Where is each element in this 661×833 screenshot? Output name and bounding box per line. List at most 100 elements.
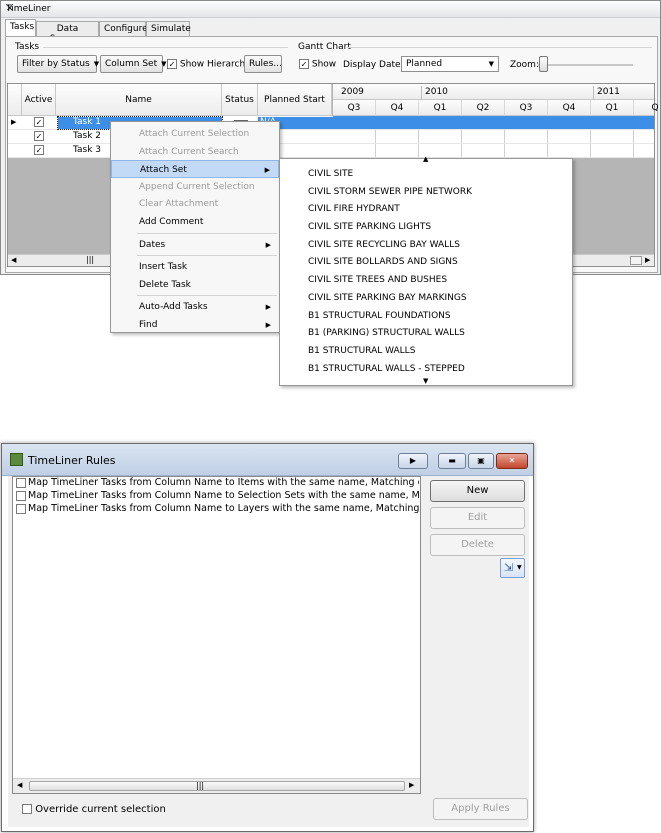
column-name[interactable]: Name — [56, 84, 222, 116]
submenu-arrow-icon: ▶ — [265, 320, 271, 329]
close-icon[interactable]: ✕ — [6, 4, 654, 14]
chevron-down-icon: ▼ — [488, 60, 494, 68]
maximize-button[interactable]: ▣ — [468, 453, 494, 469]
zoom-label: Zoom: — [510, 60, 539, 70]
selection-set-item[interactable]: B1 STRUCTURAL FOUNDATIONS — [280, 308, 572, 326]
tab-data-sources[interactable]: Data Sources — [36, 21, 99, 44]
timeliner-titlebar: TimeLiner ✕ — [1, 1, 660, 18]
menu-item-label: Auto-Add Tasks — [139, 302, 208, 313]
column-planned-start[interactable]: Planned Start — [258, 84, 332, 116]
rule-checkbox[interactable] — [16, 503, 26, 514]
menu-item-insert-task[interactable]: Insert Task — [111, 258, 279, 276]
selection-set-item[interactable]: CIVIL SITE PARKING LIGHTS — [280, 219, 572, 237]
selection-set-item[interactable]: B1 STRUCTURAL WALLS — [280, 343, 572, 361]
menu-item-label: Append Current Selection — [139, 181, 255, 192]
menu-item-auto-add-tasks[interactable]: Auto-Add Tasks ▶ — [111, 298, 279, 316]
tab-simulate[interactable]: Simulate — [146, 21, 191, 36]
task-context-menu: Attach Current Selection Attach Current S… — [110, 121, 280, 333]
scroll-left-icon[interactable]: ◀ — [11, 256, 16, 264]
rule-checkbox[interactable] — [16, 490, 26, 501]
play-button[interactable]: ▶ — [398, 453, 428, 469]
override-selection-checkbox[interactable] — [22, 804, 32, 814]
edit-rule-button[interactable]: Edit — [430, 507, 525, 529]
tab-tasks[interactable]: Tasks — [5, 19, 36, 37]
rule-label: Map TimeLiner Tasks from Column Name to … — [28, 490, 419, 501]
minimize-button[interactable]: ▬ — [438, 453, 466, 469]
selection-set-item[interactable]: CIVIL SITE TREES AND BUSHES — [280, 272, 572, 290]
tasks-group-divider — [43, 47, 288, 48]
scroll-thumb-grip-icon[interactable]: ||| — [86, 255, 94, 264]
tasks-group-label: Tasks — [15, 42, 40, 52]
selection-set-item[interactable]: CIVIL SITE — [280, 166, 572, 184]
selection-set-item[interactable]: CIVIL FIRE HYDRANT — [280, 201, 572, 219]
table-row[interactable]: ✓ Task 3 — [8, 144, 654, 158]
quarter-label: Q — [634, 100, 661, 116]
gantt-row — [333, 116, 654, 129]
row-header-column — [8, 84, 22, 116]
timeliner-rules-dialog: TimeLiner Rules ▶ ▬ ▣ ✕ Map TimeLiner Ta… — [1, 443, 534, 832]
rule-item[interactable]: Map TimeLiner Tasks from Column Name to … — [15, 477, 419, 490]
menu-item-label: Attach Set — [140, 165, 187, 176]
scroll-right-icon[interactable]: ▶ — [409, 781, 414, 789]
menu-item-append-current-selection[interactable]: Append Current Selection — [111, 178, 279, 196]
active-checkbox[interactable]: ✓ — [34, 145, 44, 155]
apply-rules-button[interactable]: Apply Rules — [433, 798, 528, 820]
gantt-group-divider — [347, 47, 652, 48]
new-rule-button[interactable]: New — [430, 480, 525, 502]
menu-item-find[interactable]: Find ▶ — [111, 316, 279, 334]
show-gantt-checkbox[interactable]: ✓ — [299, 59, 309, 69]
rule-checkbox[interactable] — [16, 477, 26, 488]
scroll-right-icon[interactable]: ▶ — [645, 256, 650, 264]
chevron-down-icon: ▼ — [517, 564, 522, 571]
chevron-down-icon: ▼ — [93, 60, 100, 68]
override-selection-option[interactable]: Override current selection — [22, 804, 166, 815]
menu-item-delete-task[interactable]: Delete Task — [111, 276, 279, 294]
menu-item-dates[interactable]: Dates ▶ — [111, 236, 279, 254]
show-hierarchy-checkbox[interactable]: ✓ — [167, 59, 177, 69]
year-label: 2011 — [597, 87, 620, 97]
selection-set-item[interactable]: CIVIL SITE RECYCLING BAY WALLS — [280, 237, 572, 255]
zoom-slider[interactable] — [539, 56, 548, 72]
import-export-button[interactable]: ⇲ ▼ — [500, 558, 525, 578]
submenu-arrow-icon: ▶ — [265, 240, 271, 249]
scroll-thumb[interactable] — [630, 256, 642, 265]
selection-set-item[interactable]: CIVIL SITE PARKING BAY MARKINGS — [280, 290, 572, 308]
column-status[interactable]: Status — [222, 84, 258, 116]
delete-rule-button[interactable]: Delete — [430, 534, 525, 556]
show-gantt-option[interactable]: ✓ Show — [299, 59, 336, 70]
active-checkbox[interactable]: ✓ — [34, 131, 44, 141]
active-checkbox[interactable]: ✓ — [34, 117, 44, 127]
quarter-label: Q3 — [505, 100, 548, 116]
column-active[interactable]: Active — [22, 84, 56, 116]
tab-configure[interactable]: Configure — [99, 21, 148, 36]
selection-set-item[interactable]: B1 STRUCTURAL WALLS - STEPPED — [280, 361, 572, 379]
table-row[interactable]: ✓ Task 2 — [8, 130, 654, 144]
rule-item[interactable]: Map TimeLiner Tasks from Column Name to … — [15, 490, 419, 503]
rules-scroll-thumb[interactable] — [29, 781, 405, 791]
menu-item-clear-attachment[interactable]: Clear Attachment — [111, 195, 279, 213]
rules-button[interactable]: Rules... — [244, 55, 282, 73]
scroll-left-icon[interactable]: ◀ — [17, 781, 22, 789]
menu-item-add-comment[interactable]: Add Comment — [111, 213, 279, 231]
selection-set-item[interactable]: CIVIL SITE BOLLARDS AND SIGNS — [280, 254, 572, 272]
scroll-up-icon[interactable]: ▲ — [423, 155, 428, 163]
selection-set-item[interactable]: B1 (PARKING) STRUCTURAL WALLS — [280, 325, 572, 343]
rule-item[interactable]: Map TimeLiner Tasks from Column Name to … — [15, 503, 419, 516]
filter-by-status-button[interactable]: Filter by Status ▼ — [17, 55, 100, 73]
column-set-button[interactable]: Column Set ▼ — [100, 55, 167, 73]
selection-set-item[interactable]: CIVIL STORM SEWER PIPE NETWORK — [280, 184, 572, 202]
menu-item-label: Dates — [139, 239, 166, 250]
scroll-down-icon[interactable]: ▼ — [423, 377, 428, 385]
menu-item-attach-current-selection[interactable]: Attach Current Selection — [111, 125, 279, 143]
rules-titlebar: TimeLiner Rules ▶ ▬ ▣ ✕ — [2, 444, 533, 476]
rules-horizontal-scrollbar[interactable]: ◀ ||| ▶ — [13, 778, 420, 793]
menu-item-label: Add Comment — [139, 216, 204, 227]
gantt-row — [333, 130, 654, 143]
display-dates-select[interactable]: Planned ▼ — [401, 56, 499, 72]
menu-item-attach-set[interactable]: Attach Set ▶ — [111, 160, 279, 178]
window-close-button[interactable]: ✕ — [496, 453, 528, 469]
show-hierarchy-option[interactable]: ✓ Show Hierarchy — [167, 59, 251, 70]
quarter-label: Q2 — [462, 100, 505, 116]
table-row[interactable]: ▶✓Task 1N/A — [8, 116, 654, 130]
menu-item-attach-current-search[interactable]: Attach Current Search — [111, 143, 279, 161]
